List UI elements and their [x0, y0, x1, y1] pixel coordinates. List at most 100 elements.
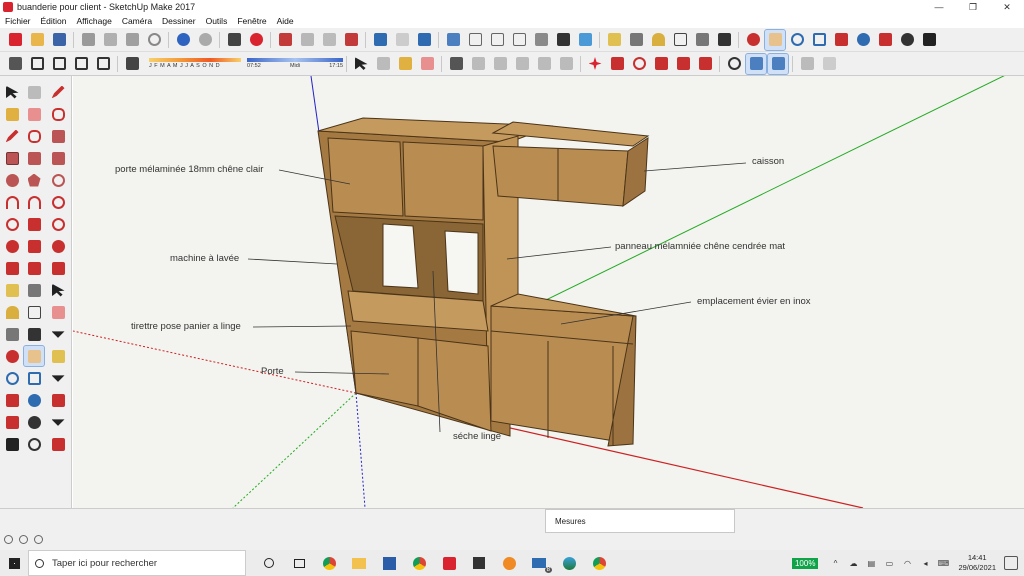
tool-arc-3[interactable] — [48, 214, 68, 234]
new-file-button[interactable] — [5, 30, 25, 50]
tool-paint[interactable] — [2, 104, 22, 124]
tool-eraser[interactable] — [24, 104, 44, 124]
chevron-up-icon[interactable]: ^ — [828, 557, 842, 569]
menu-dessiner[interactable]: Dessiner — [157, 16, 201, 26]
dimension-button[interactable] — [626, 30, 646, 50]
tool-circle[interactable] — [2, 170, 22, 190]
push-pull-button[interactable] — [607, 54, 627, 74]
protractor-button[interactable] — [648, 30, 668, 50]
extension-button[interactable] — [414, 30, 434, 50]
orbit-button[interactable] — [743, 30, 763, 50]
chrome-2-button[interactable] — [404, 550, 434, 576]
house-button[interactable] — [27, 54, 47, 74]
tool-rotate[interactable] — [2, 214, 22, 234]
right-view-button[interactable] — [509, 30, 529, 50]
style-hidden-line-button[interactable] — [490, 54, 510, 74]
cloud-icon[interactable]: ☁ — [846, 557, 860, 569]
print-button[interactable] — [224, 30, 244, 50]
share-model-button[interactable] — [392, 30, 412, 50]
notification-center-icon[interactable] — [1004, 556, 1018, 570]
tool-freehand[interactable] — [24, 126, 44, 146]
select-button[interactable] — [351, 54, 371, 74]
tool-dimension[interactable] — [24, 280, 44, 300]
tool-pencil-2[interactable] — [48, 82, 68, 102]
back-view-button[interactable] — [531, 30, 551, 50]
copy-button[interactable] — [100, 30, 120, 50]
rotate-button[interactable] — [629, 54, 649, 74]
look-around-button[interactable] — [897, 30, 917, 50]
tool-down[interactable] — [48, 324, 68, 344]
sandbox-2-button[interactable] — [819, 54, 839, 74]
tool-tape-2[interactable] — [48, 346, 68, 366]
model-info-button[interactable] — [246, 30, 266, 50]
eraser-button[interactable] — [417, 54, 437, 74]
firefox-button[interactable] — [494, 550, 524, 576]
home-button[interactable] — [49, 54, 69, 74]
tool-select[interactable] — [2, 82, 22, 102]
restore-button[interactable]: ❐ — [956, 0, 990, 14]
tool-offset[interactable] — [2, 258, 22, 278]
tool-2pt-arc[interactable] — [24, 192, 44, 212]
menu-outils[interactable]: Outils — [201, 16, 233, 26]
explorer-button[interactable] — [344, 550, 374, 576]
tool-down-3[interactable] — [48, 412, 68, 432]
shadow-time-slider[interactable]: 07:52 Midi 17:15 — [247, 58, 343, 69]
geo-location-icon[interactable] — [4, 535, 13, 544]
chrome-3-button[interactable] — [584, 550, 614, 576]
style-wireframe-button[interactable] — [468, 54, 488, 74]
sandbox-button[interactable] — [797, 54, 817, 74]
keyboard-icon[interactable]: ⌨ — [936, 557, 950, 569]
tool-select-2[interactable] — [48, 280, 68, 300]
tool-component[interactable] — [24, 82, 44, 102]
clock[interactable]: 14:41 29/06/2021 — [958, 553, 996, 573]
tool-zoom-window[interactable] — [24, 368, 44, 388]
cut-button[interactable] — [78, 30, 98, 50]
tool-pie[interactable] — [48, 236, 68, 256]
measurements-box[interactable]: Mesures — [545, 509, 735, 533]
iso-view-button[interactable] — [443, 30, 463, 50]
previous-view-button[interactable] — [853, 30, 873, 50]
style-xray-button[interactable] — [446, 54, 466, 74]
tool-pan[interactable] — [23, 345, 45, 367]
tool-axes[interactable] — [2, 324, 22, 344]
redo-button[interactable] — [195, 30, 215, 50]
3d-text-button[interactable] — [714, 30, 734, 50]
sketchup-button[interactable] — [434, 550, 464, 576]
tool-pie-2[interactable] — [48, 258, 68, 278]
network-icon[interactable]: ▤ — [864, 557, 878, 569]
section-fill-button[interactable] — [767, 52, 789, 75]
mail-button[interactable]: 8 — [524, 550, 554, 576]
menu-fenetre[interactable]: Fenêtre — [232, 16, 271, 26]
tool-freehand-2[interactable] — [48, 104, 68, 124]
tool-zoom[interactable] — [2, 368, 22, 388]
tool-push-pull[interactable] — [24, 214, 44, 234]
tool-arc[interactable] — [2, 192, 22, 212]
tool-look-around[interactable] — [24, 412, 44, 432]
task-view-button[interactable] — [284, 550, 314, 576]
axes-button[interactable] — [692, 30, 712, 50]
group-button[interactable] — [319, 30, 339, 50]
zoom-button[interactable] — [787, 30, 807, 50]
menu-fichier[interactable]: Fichier — [0, 16, 36, 26]
wifi-icon[interactable]: ◠ — [900, 557, 914, 569]
tool-walk[interactable] — [2, 434, 22, 454]
zoom-window-button[interactable] — [809, 30, 829, 50]
style-shaded-button[interactable] — [512, 54, 532, 74]
tool-move[interactable] — [2, 236, 22, 256]
tool-tape[interactable] — [2, 280, 22, 300]
tool-zoom-extents[interactable] — [2, 390, 22, 410]
text-button[interactable] — [670, 30, 690, 50]
tool-position-camera[interactable] — [2, 412, 22, 432]
battery-icon[interactable]: ▭ — [882, 557, 896, 569]
paste-button[interactable] — [122, 30, 142, 50]
help-icon[interactable] — [34, 535, 43, 544]
style-monochrome-button[interactable] — [556, 54, 576, 74]
battery-badge[interactable]: 100% — [791, 557, 819, 569]
top-view-button[interactable] — [465, 30, 485, 50]
volume-icon[interactable]: ◂ — [918, 557, 932, 569]
tool-circle-2[interactable] — [48, 170, 68, 190]
tool-section[interactable] — [24, 434, 44, 454]
tool-text[interactable] — [24, 302, 44, 322]
display-section-button[interactable] — [745, 52, 767, 75]
style-textures-button[interactable] — [534, 54, 554, 74]
